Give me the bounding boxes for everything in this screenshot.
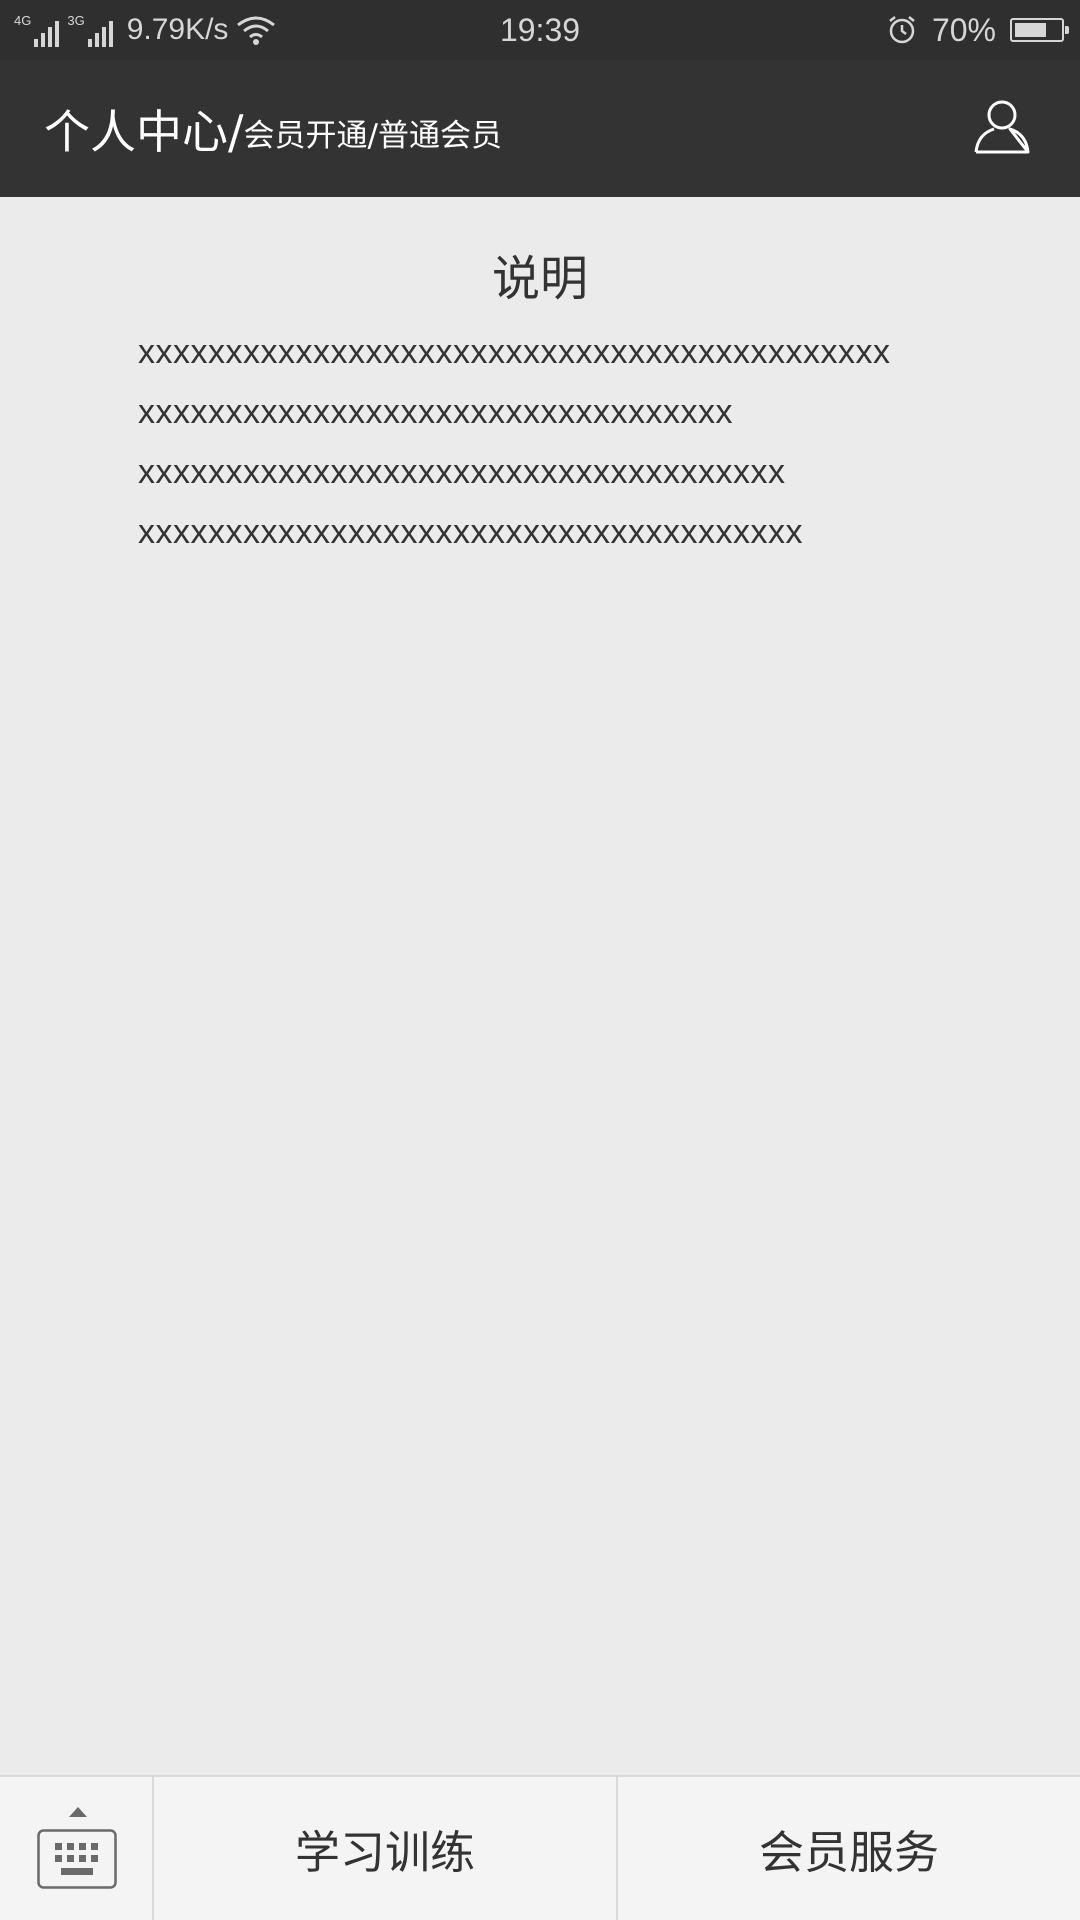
description-line: xxxxxxxxxxxxxxxxxxxxxxxxxxxxxxxxxxxxx (138, 453, 786, 491)
keyboard-icon (37, 1829, 117, 1889)
alarm-icon (889, 16, 915, 44)
keyboard-toggle[interactable] (0, 1777, 154, 1920)
tab-member-service[interactable]: 会员服务 (616, 1777, 1080, 1920)
battery-percent: 70% (931, 11, 996, 48)
app-header: 个人中心/ 会员开通/普通会员 (0, 60, 1080, 197)
battery-icon (1010, 18, 1069, 42)
bottom-menu-bar: 学习训练 会员服务 (0, 1775, 1080, 1920)
tab-study-training[interactable]: 学习训练 (154, 1777, 616, 1920)
description-line: xxxxxxxxxxxxxxxxxxxxxxxxxxxxxxxxxx (138, 393, 733, 431)
app-screen: 4G 3G 9.79K/s 19:39 70% 个人中心/ 会员开通/普通会员 … (0, 0, 1080, 1920)
status-right: 70% (886, 0, 1069, 60)
chevron-up-icon (69, 1807, 87, 1817)
user-icon[interactable] (972, 96, 1032, 156)
page-title: 说明 (491, 251, 588, 307)
battery-level (1015, 23, 1046, 37)
breadcrumb: 个人中心/ 会员开通/普通会员 (44, 60, 502, 197)
content-area: 说明 xxxxxxxxxxxxxxxxxxxxxxxxxxxxxxxxxxxxx… (0, 197, 1080, 1775)
status-bar: 4G 3G 9.79K/s 19:39 70% (0, 0, 1080, 60)
description: xxxxxxxxxxxxxxxxxxxxxxxxxxxxxxxxxxxxxxxx… (138, 322, 1068, 562)
description-line: xxxxxxxxxxxxxxxxxxxxxxxxxxxxxxxxxxxxxxxx… (138, 333, 891, 371)
breadcrumb-sub: 会员开通/普通会员 (243, 118, 502, 154)
description-line: xxxxxxxxxxxxxxxxxxxxxxxxxxxxxxxxxxxxxx (138, 513, 803, 551)
breadcrumb-main[interactable]: 个人中心/ (44, 96, 244, 162)
